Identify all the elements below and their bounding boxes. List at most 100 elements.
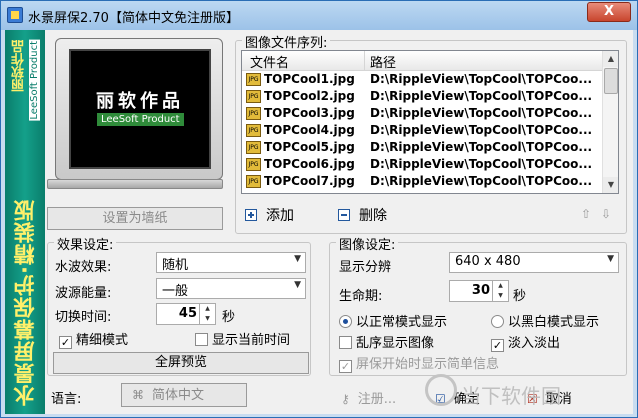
add-label: 添加 xyxy=(266,208,294,224)
file-path: D:\RippleView\TopCool\TOPCoo... xyxy=(370,72,593,86)
resolution-select[interactable]: 640 x 480 ▼ xyxy=(449,252,619,273)
app-window: 水景屏保2.70【简体中文免注册版】 X 丽软作品 LeeSoft Produc… xyxy=(0,0,638,418)
language-select[interactable]: ⌘ 简体中文 xyxy=(121,383,247,407)
file-name: TOPCool6.jpg xyxy=(264,157,355,171)
file-name: TOPCool3.jpg xyxy=(264,106,355,120)
file-name: TOPCool5.jpg xyxy=(264,140,355,154)
lifetime-unit: 秒 xyxy=(513,289,527,304)
image-settings-legend: 图像设定: xyxy=(336,234,399,253)
shuffle-checkbox[interactable]: 乱序显示图像 xyxy=(339,332,434,351)
key-icon: ⚷ xyxy=(341,392,350,406)
chevron-down-icon: ▼ xyxy=(607,254,614,264)
fade-label: 淡入淡出 xyxy=(508,336,561,351)
bw-mode-label: 以黑白模式显示 xyxy=(508,315,600,330)
water-effect-label: 水波效果: xyxy=(55,260,112,275)
energy-select[interactable]: 一般 ▼ xyxy=(156,278,306,299)
file-list-row[interactable]: JPG TOPCool1.jpg D:\RippleView\TopCool\TOP… xyxy=(242,71,604,88)
move-down-icon[interactable]: ⇩ xyxy=(601,207,611,221)
fine-mode-checkbox[interactable]: ✓ 精细模式 xyxy=(59,329,128,349)
show-time-label: 显示当前时间 xyxy=(212,333,291,348)
fade-box[interactable]: ✓ xyxy=(491,339,504,352)
register-button[interactable]: ⚷ 注册... xyxy=(341,388,396,407)
spin-down-icon[interactable]: ▼ xyxy=(493,291,508,301)
normal-mode-radio[interactable]: 以正常模式显示 xyxy=(339,311,447,330)
lifetime-spinner[interactable]: 30 ▲ ▼ xyxy=(449,280,509,302)
file-list-legend: 图像文件序列: xyxy=(242,32,331,51)
scroll-down-icon[interactable]: ▼ xyxy=(603,177,618,193)
file-list-row[interactable]: JPG TOPCool6.jpg D:\RippleView\TopCool\TOP… xyxy=(242,156,604,173)
jpg-file-icon: JPG xyxy=(246,124,261,137)
bw-mode-radio[interactable]: 以黑白模式显示 xyxy=(491,311,599,330)
title-bar: 水景屏保2.70【简体中文免注册版】 X xyxy=(1,1,637,30)
file-list-row[interactable]: JPG TOPCool2.jpg D:\RippleView\TopCool\TOP… xyxy=(242,88,604,105)
column-separator xyxy=(364,51,365,71)
start-message-label: 屏保开始时显示简单信息 xyxy=(356,357,500,372)
interval-label: 切换时间: xyxy=(55,310,112,325)
energy-label: 波源能量: xyxy=(55,286,112,301)
banner-brand-en: LeeSoft Product xyxy=(29,40,40,121)
delete-button[interactable]: 删除 xyxy=(338,205,387,225)
watermark-text: 当下软件园 xyxy=(461,384,561,408)
move-up-icon[interactable]: ⇧ xyxy=(581,207,591,221)
delete-label: 删除 xyxy=(359,208,387,224)
shuffle-box[interactable] xyxy=(339,336,352,349)
energy-value: 一般 xyxy=(162,284,189,299)
show-time-checkbox[interactable]: 显示当前时间 xyxy=(195,329,290,348)
start-message-checkbox[interactable]: ✓ 屏保开始时显示简单信息 xyxy=(339,353,499,373)
jpg-file-icon: JPG xyxy=(246,158,261,171)
show-time-box[interactable] xyxy=(195,333,208,346)
file-list-row[interactable]: JPG TOPCool3.jpg D:\RippleView\TopCool\TOP… xyxy=(242,105,604,122)
fine-mode-box[interactable]: ✓ xyxy=(59,336,72,349)
close-button[interactable]: X xyxy=(587,2,631,22)
file-list[interactable]: 文件名 路径 JPG TOPCool1.jpg D:\RippleView\TopC… xyxy=(241,50,619,194)
monitor-base xyxy=(47,179,223,189)
file-name: TOPCool4.jpg xyxy=(264,123,355,137)
add-icon xyxy=(245,209,257,221)
effects-legend: 效果设定: xyxy=(54,234,117,253)
client-area: 丽软作品 LeeSoft Product 水景屏幕保护·精装版 丽软作品 Lee… xyxy=(5,30,633,414)
file-list-row[interactable]: JPG TOPCool4.jpg D:\RippleView\TopCool\TOP… xyxy=(242,122,604,139)
jpg-file-icon: JPG xyxy=(246,175,261,188)
set-wallpaper-button[interactable]: 设置为墙纸 xyxy=(47,207,223,230)
scroll-up-icon[interactable]: ▲ xyxy=(603,51,618,67)
banner-brand-cn: 丽软作品 xyxy=(12,40,27,92)
scroll-thumb[interactable] xyxy=(604,68,618,94)
spin-up-icon[interactable]: ▲ xyxy=(493,281,508,291)
file-list-row[interactable]: JPG TOPCool7.jpg D:\RippleView\TopCool\TOP… xyxy=(242,173,604,190)
column-path[interactable]: 路径 xyxy=(370,52,396,71)
lifetime-label: 生命期: xyxy=(339,289,383,304)
language-icon: ⌘ xyxy=(132,388,144,402)
window-title: 水景屏保2.70【简体中文免注册版】 xyxy=(28,11,239,26)
interval-unit: 秒 xyxy=(222,310,236,325)
column-filename[interactable]: 文件名 xyxy=(250,52,289,71)
resolution-label: 显示分辨 xyxy=(339,260,392,275)
file-path: D:\RippleView\TopCool\TOPCoo... xyxy=(370,106,593,120)
fullscreen-preview-button[interactable]: 全屏预览 xyxy=(53,352,309,374)
chevron-down-icon: ▼ xyxy=(294,254,301,264)
preview-screen: 丽软作品 LeeSoft Product xyxy=(69,49,211,169)
file-list-row[interactable]: JPG TOPCool5.jpg D:\RippleView\TopCool\TOP… xyxy=(242,139,604,156)
lifetime-spin-buttons[interactable]: ▲ ▼ xyxy=(492,281,508,301)
interval-spinner[interactable]: 45 ▲ ▼ xyxy=(156,303,216,325)
bw-mode-radio-dot[interactable] xyxy=(491,315,504,328)
lifetime-value: 30 xyxy=(471,283,490,298)
jpg-file-icon: JPG xyxy=(246,141,261,154)
resolution-value: 640 x 480 xyxy=(455,254,521,269)
file-list-scrollbar[interactable]: ▲ ▼ xyxy=(602,51,618,193)
file-name: TOPCool2.jpg xyxy=(264,89,355,103)
fade-checkbox[interactable]: ✓ 淡入淡出 xyxy=(491,332,560,352)
normal-mode-radio-dot[interactable] xyxy=(339,315,352,328)
normal-mode-label: 以正常模式显示 xyxy=(356,315,448,330)
banner-title: 水景屏幕保护·精装版 xyxy=(13,199,37,406)
water-effect-select[interactable]: 随机 ▼ xyxy=(156,252,306,273)
jpg-file-icon: JPG xyxy=(246,73,261,86)
start-message-box[interactable]: ✓ xyxy=(339,360,352,373)
file-path: D:\RippleView\TopCool\TOPCoo... xyxy=(370,157,593,171)
interval-spin-buttons[interactable]: ▲ ▼ xyxy=(199,304,215,324)
file-name: TOPCool1.jpg xyxy=(264,72,355,86)
add-button[interactable]: 添加 xyxy=(245,205,294,225)
app-icon xyxy=(7,7,23,23)
file-path: D:\RippleView\TopCool\TOPCoo... xyxy=(370,89,593,103)
spin-up-icon[interactable]: ▲ xyxy=(200,304,215,314)
spin-down-icon[interactable]: ▼ xyxy=(200,314,215,324)
